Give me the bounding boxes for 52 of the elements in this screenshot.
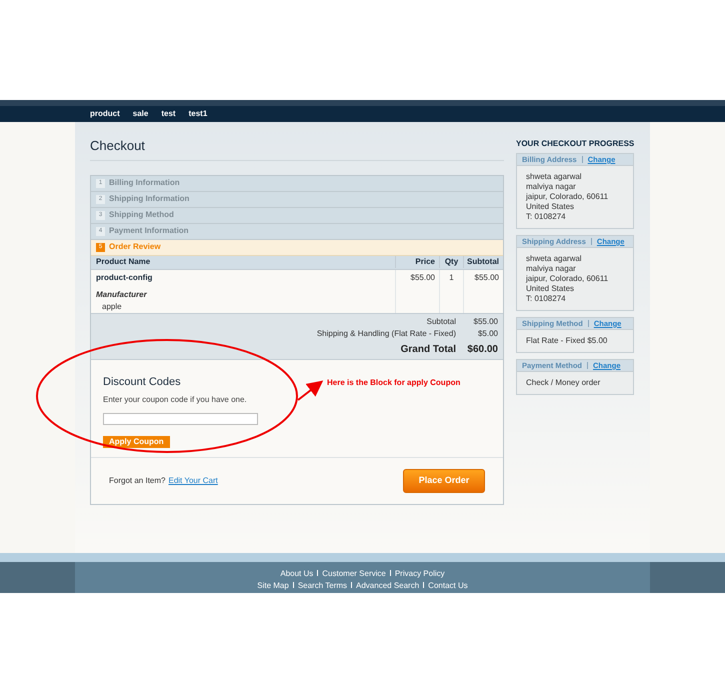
total-label: Shipping & Handling (Flat Rate - Fixed) [316,328,456,340]
place-order-button[interactable]: Place Order [403,468,485,492]
nav-link[interactable]: product [90,108,120,120]
discount-title: Discount Codes [103,374,181,390]
footer-link[interactable]: Privacy Policy [394,568,445,578]
footer-link[interactable]: Advanced Search [356,580,420,590]
step-label: Shipping Method [109,209,174,221]
edit-cart-link[interactable]: Edit Your Cart [168,474,218,486]
address-line: jaipur, Colorado, 60611 [526,192,610,202]
footer-link[interactable]: Search Terms [298,580,348,590]
total-label: Subtotal [426,316,456,328]
footer-link[interactable]: Customer Service [322,568,386,578]
footer-link[interactable]: Site Map [257,580,289,590]
address-line: Check / Money order [526,378,602,388]
option-value: apple [101,300,123,312]
step-label: Shipping Information [109,193,190,205]
footer-link[interactable]: Contact Us [428,580,468,590]
column-header: Price [395,256,439,268]
nav-link[interactable]: test1 [188,108,208,120]
column-header: Product Name [95,256,152,268]
apply-coupon-button[interactable]: Apply Coupon [103,436,170,448]
progress-title: YOUR CHECKOUT PROGRESS [516,138,634,150]
nav-link[interactable]: sale [132,108,148,120]
address-line: malviya nagar [526,182,577,192]
footer-link[interactable]: About Us [280,568,314,578]
address-line: shweta agarwal [526,254,583,264]
total-value: $5.00 [476,328,498,340]
step-label: Billing Information [109,177,180,189]
address-line: United States [526,284,576,294]
address-line: United States [526,202,576,212]
address-line: Flat Rate - Fixed $5.00 [526,336,608,346]
product-name: product-config [96,272,154,284]
annotation-arrow [297,380,324,401]
coupon-hint: Enter your coupon code if you have one. [103,394,248,406]
address-line: shweta agarwal [526,172,583,182]
column-header: Subtotal [463,256,503,268]
page-title: Checkout [90,136,504,160]
coupon-input[interactable] [103,413,258,425]
total-value: $55.00 [472,316,498,328]
forgot-text: Forgot an Item? [109,474,166,486]
address-line: T: 0108274 [526,212,567,222]
nav-link[interactable]: test [161,108,176,120]
address-line: jaipur, Colorado, 60611 [526,274,610,284]
step-label: Payment Information [109,225,189,237]
address-line: malviya nagar [526,264,577,274]
address-line: T: 0108274 [526,294,567,304]
total-value: $60.00 [466,342,498,356]
total-label: Grand Total [400,342,456,356]
annotation-text: Here is the Block for apply Coupon [327,377,460,389]
option-label: Manufacturer [96,288,148,300]
step-label: Order Review [109,241,161,253]
column-header: Qty [439,256,463,268]
